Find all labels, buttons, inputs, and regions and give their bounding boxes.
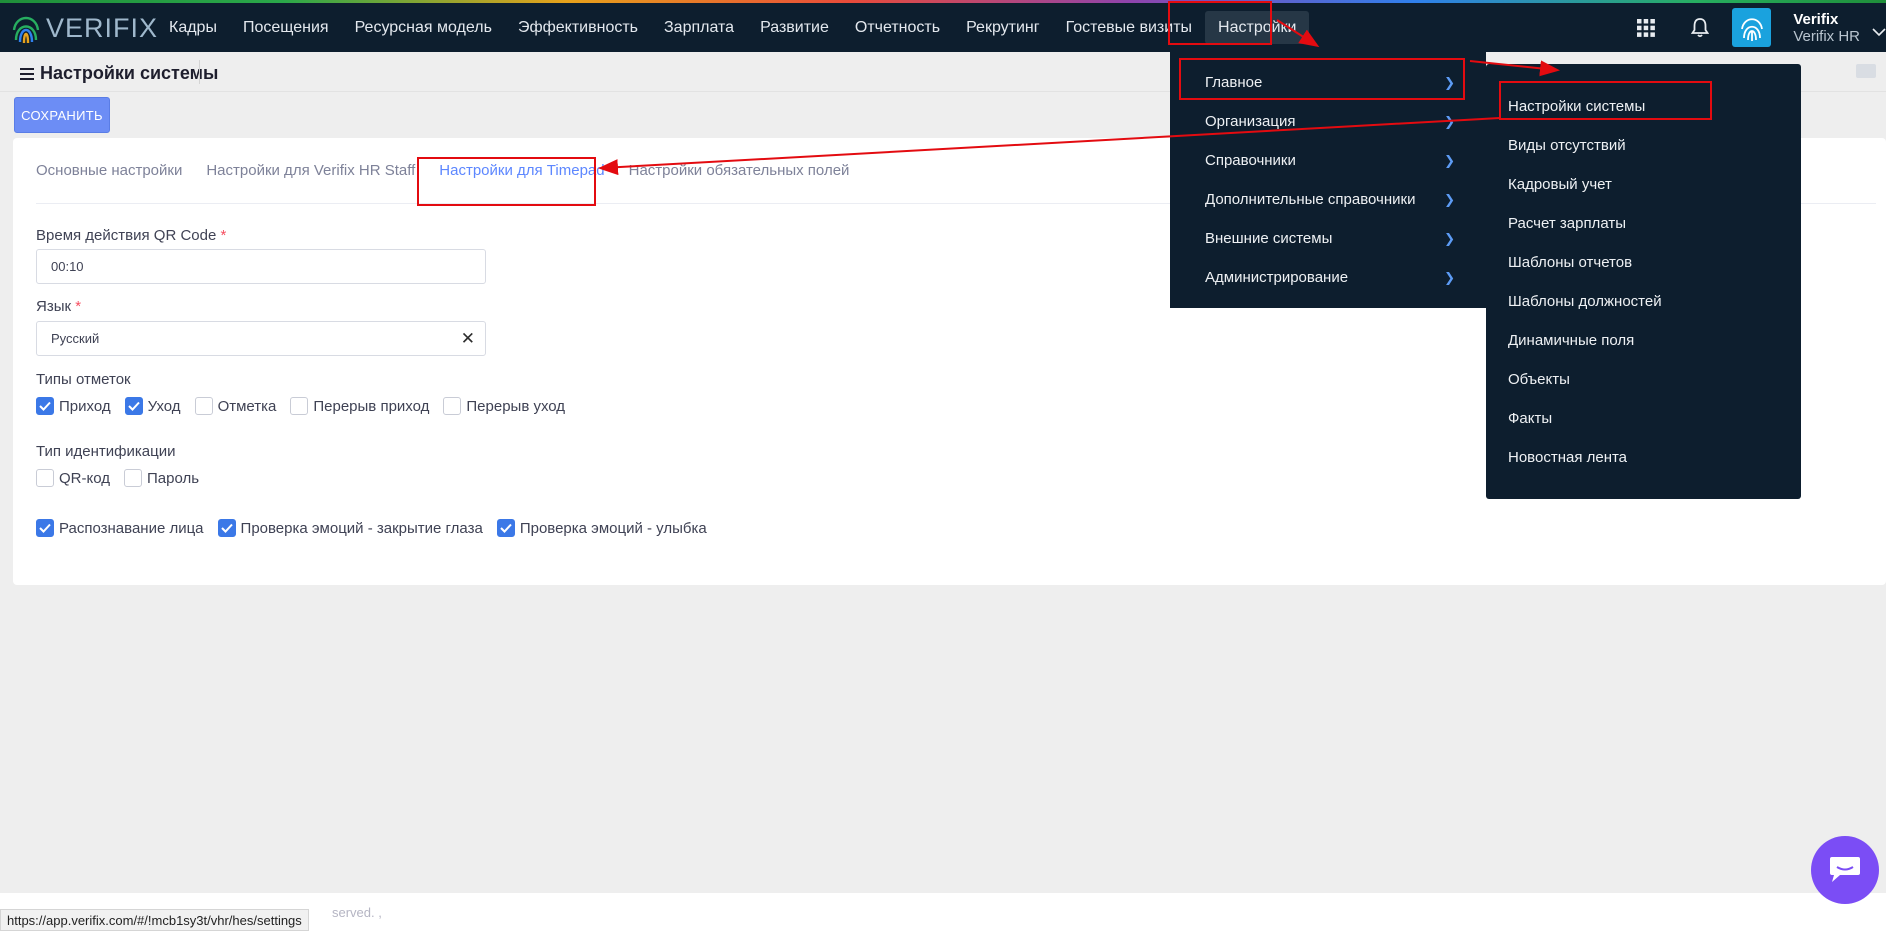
main-nav: Кадры Посещения Ресурсная модель Эффекти…	[156, 6, 1310, 49]
language-select[interactable]: Русский ✕	[36, 321, 486, 356]
menu-item-directories[interactable]: Справочники ❯	[1205, 141, 1465, 180]
tab-main-settings[interactable]: Основные настройки	[36, 138, 194, 204]
checkbox-box[interactable]	[124, 397, 143, 415]
menu-item-organization[interactable]: Организация ❯	[1205, 102, 1465, 141]
extra-options-group: Распознавание лица Проверка эмоций - зак…	[36, 519, 721, 537]
nav-item-recruiting[interactable]: Рекрутинг	[953, 6, 1053, 49]
save-button[interactable]: СОХРАНИТЬ	[14, 97, 110, 133]
qr-code-input[interactable]: 00:10	[36, 249, 486, 284]
menu-item-administration[interactable]: Администрирование ❯	[1205, 258, 1465, 297]
user-name: Verifix	[1793, 10, 1839, 28]
logo[interactable]: VERIFIX	[12, 9, 158, 47]
menu-item-external-systems[interactable]: Внешние системы ❯	[1205, 219, 1465, 258]
footer-copyright: served. ,	[332, 905, 382, 920]
submenu-item-news-feed[interactable]: Новостная лента	[1508, 438, 1627, 477]
checkbox-box[interactable]	[443, 397, 462, 415]
user-menu[interactable]: Verifix Verifix HR	[1793, 11, 1860, 45]
menu-item-extra-directories[interactable]: Дополнительные справочники ❯	[1205, 180, 1465, 219]
user-company: Verifix HR	[1793, 27, 1860, 45]
fingerprint-icon[interactable]	[1732, 8, 1772, 47]
submenu-item-absence-types[interactable]: Виды отсутствий	[1508, 126, 1626, 165]
checkbox-box[interactable]	[290, 397, 309, 415]
checkbox-arrival[interactable]: Приход	[36, 397, 111, 415]
language-value: Русский	[51, 331, 100, 346]
grid-icon[interactable]	[1634, 16, 1658, 40]
checkbox-box[interactable]	[194, 397, 213, 415]
chevron-right-icon: ❯	[1444, 114, 1455, 129]
title-divider	[199, 60, 200, 84]
submenu-item-payroll[interactable]: Расчет зарплаты	[1508, 204, 1626, 243]
nav-item-salary[interactable]: Зарплата	[651, 6, 747, 49]
nav-item-kadry[interactable]: Кадры	[156, 6, 230, 49]
chevron-right-icon: ❯	[1444, 192, 1455, 207]
chat-button[interactable]	[1811, 836, 1879, 904]
chevron-right-icon: ❯	[1444, 231, 1455, 246]
checkbox-face-recognition[interactable]: Распознавание лица	[36, 519, 204, 537]
chat-icon	[1830, 857, 1860, 882]
checkbox-qr-code[interactable]: QR-код	[36, 469, 110, 487]
mark-types-label: Типы отметок	[36, 371, 131, 388]
nav-item-development[interactable]: Развитие	[747, 6, 842, 49]
settings-submenu: Настройки системы Виды отсутствий Кадров…	[1486, 64, 1801, 499]
tab-hr-staff[interactable]: Настройки для Verifix HR Staff	[194, 138, 427, 204]
submenu-item-dynamic-fields[interactable]: Динамичные поля	[1508, 321, 1634, 360]
submenu-item-objects[interactable]: Объекты	[1508, 360, 1570, 399]
top-right-tools: Verifix Verifix HR	[1634, 3, 1886, 52]
identification-group: QR-код Пароль	[36, 469, 213, 487]
top-navbar: VERIFIX Кадры Посещения Ресурсная модель…	[0, 3, 1886, 52]
checkbox-password[interactable]: Пароль	[124, 469, 199, 487]
checkbox-box[interactable]	[496, 519, 515, 537]
checkbox-break-out[interactable]: Перерыв уход	[443, 397, 565, 415]
required-mark: *	[75, 298, 82, 315]
nav-item-reports[interactable]: Отчетность	[842, 6, 953, 49]
checkbox-box[interactable]	[36, 397, 54, 415]
bell-icon[interactable]	[1688, 16, 1712, 40]
checkbox-departure[interactable]: Уход	[124, 397, 181, 415]
qr-code-label: Время действия QR Code *	[36, 227, 227, 244]
nav-item-resource-model[interactable]: Ресурсная модель	[342, 6, 505, 49]
identification-label: Тип идентификации	[36, 443, 176, 460]
highlight-system-settings	[1499, 81, 1712, 120]
nav-item-visits[interactable]: Посещения	[230, 6, 342, 49]
checkbox-emotion-smile[interactable]: Проверка эмоций - улыбка	[496, 519, 707, 537]
highlight-settings-nav	[1168, 1, 1272, 45]
clear-icon[interactable]: ✕	[461, 322, 475, 355]
page-title-text: Настройки системы	[40, 63, 219, 83]
checkbox-box[interactable]	[217, 519, 236, 537]
highlight-main-menu	[1179, 58, 1465, 100]
status-url-bar: https://app.verifix.com/#/!mcb1sy3t/vhr/…	[0, 909, 309, 931]
checkbox-emotion-eyes[interactable]: Проверка эмоций - закрытие глаза	[217, 519, 483, 537]
fingerprint-logo-icon	[12, 16, 40, 44]
checkbox-break-in[interactable]: Перерыв приход	[290, 397, 429, 415]
chevron-right-icon: ❯	[1444, 270, 1455, 285]
highlight-timepad-tab	[417, 157, 596, 206]
checkbox-box[interactable]	[124, 469, 142, 487]
language-toggle-icon[interactable]	[1856, 64, 1876, 78]
required-mark: *	[220, 227, 227, 244]
nav-item-efficiency[interactable]: Эффективность	[505, 6, 651, 49]
mark-types-group: Приход Уход Отметка Перерыв приход Перер…	[36, 397, 579, 415]
language-label: Язык *	[36, 298, 82, 315]
page-title: Настройки системы	[20, 63, 218, 84]
submenu-item-report-templates[interactable]: Шаблоны отчетов	[1508, 243, 1632, 282]
checkbox-mark[interactable]: Отметка	[194, 397, 276, 415]
checkbox-box[interactable]	[36, 469, 54, 487]
checkbox-box[interactable]	[36, 519, 54, 537]
submenu-item-facts[interactable]: Факты	[1508, 399, 1552, 438]
chevron-down-icon[interactable]	[1872, 27, 1886, 37]
logo-text: VERIFIX	[46, 12, 159, 43]
tab-required-fields[interactable]: Настройки обязательных полей	[617, 138, 862, 204]
hamburger-icon[interactable]	[20, 67, 34, 80]
submenu-item-hr-records[interactable]: Кадровый учет	[1508, 165, 1612, 204]
chevron-right-icon: ❯	[1444, 153, 1455, 168]
submenu-item-job-templates[interactable]: Шаблоны должностей	[1508, 282, 1662, 321]
